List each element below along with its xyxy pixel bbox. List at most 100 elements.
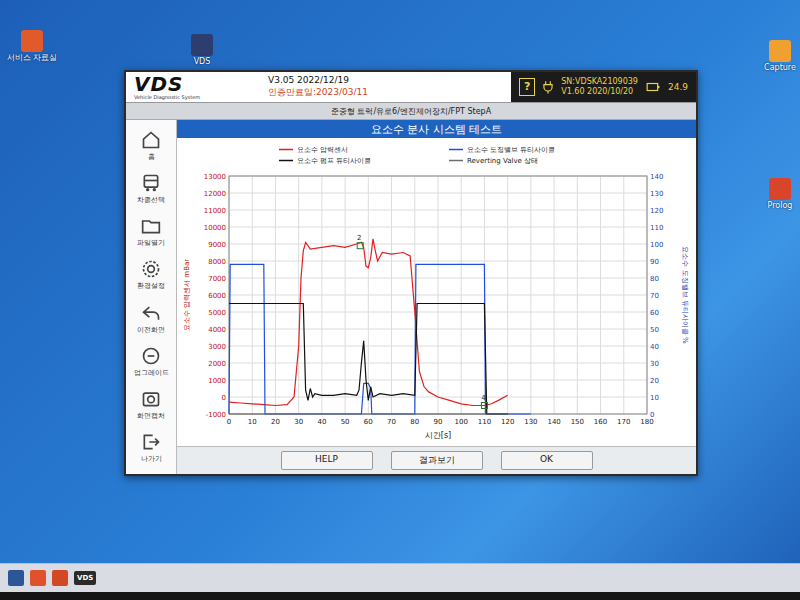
y-right-tick: 10	[650, 394, 659, 402]
y-right-tick: 40	[650, 343, 659, 351]
shortcut-icon[interactable]	[21, 30, 43, 52]
y-left-tick: 11000	[204, 207, 226, 215]
back-arrow-icon[interactable]	[141, 303, 161, 323]
dialog-button[interactable]: OK	[501, 451, 593, 470]
folder-icon[interactable]	[141, 216, 161, 236]
shortcut-icon[interactable]	[769, 178, 791, 200]
device-serial: SN:VDSKA2109039V1.60 2020/10/20	[561, 77, 638, 98]
y-right-tick: 70	[650, 292, 659, 300]
firmware-version: V1.60 2020/10/20	[561, 87, 638, 97]
y-left-tick: 8000	[208, 258, 226, 266]
grid-line	[229, 244, 647, 245]
monitor-bezel	[0, 592, 800, 600]
x-tick: 40	[317, 418, 326, 426]
sidebar-item[interactable]: 파일열기	[126, 213, 176, 251]
legend-label: 요소수 펌프 듀티사이클	[297, 157, 371, 165]
x-tick: 160	[594, 418, 607, 426]
grid-line	[229, 193, 647, 194]
sidebar-item[interactable]: 나가기	[126, 429, 176, 467]
help-button[interactable]: ?	[519, 78, 535, 96]
app-icon[interactable]	[8, 570, 24, 586]
sidebar-item[interactable]: 업그레이드	[126, 343, 176, 381]
dialog-button[interactable]: HELP	[281, 451, 373, 470]
shortcut-icon[interactable]	[769, 40, 791, 62]
y-left-tick: 3000	[208, 343, 226, 351]
y-left-tick: 5000	[208, 309, 226, 317]
desktop-icon[interactable]: Capture	[754, 40, 800, 73]
shortcut-icon[interactable]	[191, 34, 213, 56]
x-tick: 70	[387, 418, 396, 426]
marker-label: 2	[357, 234, 361, 242]
truck-icon[interactable]	[141, 173, 161, 193]
sidebar-label[interactable]: 홈	[148, 152, 155, 162]
grid-line	[229, 380, 647, 381]
chart: 0102030405060708090100110120130140150160…	[179, 142, 691, 442]
grid-line	[229, 329, 647, 330]
y-right-tick: 100	[650, 241, 663, 249]
app-icon[interactable]	[30, 570, 46, 586]
y-left-tick: 10000	[204, 224, 226, 232]
x-tick: 50	[341, 418, 350, 426]
legend-label: 요소수 도징밸브 듀티사이클	[467, 146, 555, 154]
sidebar-label[interactable]: 파일열기	[137, 238, 165, 248]
y-left-tick: -1000	[206, 411, 226, 419]
sidebar-item[interactable]: 차종선택	[126, 170, 176, 208]
taskbar-app[interactable]: VDS	[74, 571, 96, 585]
desktop: 서비스 자료실 VDS Capture Prolog VDSVehicle Diagno…	[0, 0, 800, 563]
device-status: ?SN:VDSKA2109039V1.60 2020/10/2024.9	[511, 72, 696, 102]
page-title: 요소수 분사 시스템 테스트	[177, 120, 696, 138]
gear-icon[interactable]	[141, 259, 161, 279]
desktop-icon[interactable]: 서비스 자료실	[6, 30, 58, 63]
desktop-icon[interactable]: VDS	[176, 34, 228, 67]
sidebar-label[interactable]: 업그레이드	[134, 368, 169, 378]
header: VDSVehicle Diagnostic SystemV3.05 2022/1…	[126, 72, 696, 103]
y-right-tick: 120	[650, 207, 663, 215]
marker-label: 4	[481, 394, 486, 402]
button-bar: HELP 결과보기 OK	[177, 447, 696, 474]
dialog-button[interactable]: 결과보기	[391, 451, 483, 470]
y-right-axis-label: 요소수 도징밸브 듀티사이클 %	[681, 246, 689, 344]
home-icon[interactable]	[141, 130, 161, 150]
grid-line	[229, 210, 647, 211]
desktop-icon-label[interactable]: Capture	[764, 64, 796, 73]
exit-icon[interactable]	[141, 432, 161, 452]
sidebar-label[interactable]: 차종선택	[137, 195, 165, 205]
desktop-icon-label[interactable]: VDS	[194, 58, 211, 67]
grid-line	[229, 295, 647, 296]
sidebar-item[interactable]: 환경설정	[126, 256, 176, 294]
legend-swatch	[279, 149, 293, 151]
main-area: 홈차종선택파일열기환경설정이전화면업그레이드화면캡처나가기 요소수 분사 시스템 …	[126, 120, 696, 474]
x-tick: 130	[524, 418, 537, 426]
desktop-icon-label[interactable]: 서비스 자료실	[7, 54, 58, 63]
sidebar-label[interactable]: 화면캡처	[137, 411, 165, 421]
series-line	[229, 264, 531, 414]
grid-line	[229, 346, 647, 347]
sidebar-item[interactable]: 이전화면	[126, 300, 176, 338]
app-icon[interactable]	[52, 570, 68, 586]
desktop-icon[interactable]: Prolog	[754, 178, 800, 211]
plot-frame	[229, 176, 647, 414]
y-right-tick: 90	[650, 258, 659, 266]
x-tick: 140	[547, 418, 560, 426]
grid-line	[229, 312, 647, 313]
logo-text: VDS	[134, 74, 254, 94]
sidebar-label[interactable]: 환경설정	[137, 281, 165, 291]
y-right-tick: 60	[650, 309, 659, 317]
camera-icon[interactable]	[141, 389, 161, 409]
sidebar-label[interactable]: 나가기	[141, 454, 162, 464]
series-line	[229, 413, 508, 414]
y-left-tick: 7000	[208, 275, 226, 283]
breadcrumb: 준중형 트럭/유로6/엔진제어장치/FPT StepA	[126, 103, 696, 120]
desktop-icon-label[interactable]: Prolog	[768, 202, 793, 211]
x-tick: 90	[434, 418, 443, 426]
y-right-tick: 20	[650, 377, 659, 385]
sidebar-label[interactable]: 이전화면	[137, 325, 165, 335]
x-tick: 150	[571, 418, 584, 426]
y-right-tick: 80	[650, 275, 659, 283]
upgrade-icon[interactable]	[141, 346, 161, 366]
legend-label: 요소수 압력센서	[297, 146, 348, 154]
series-line	[229, 304, 508, 415]
sidebar-item[interactable]: 홈	[126, 127, 176, 165]
y-left-tick: 4000	[208, 326, 226, 334]
sidebar-item[interactable]: 화면캡처	[126, 386, 176, 424]
